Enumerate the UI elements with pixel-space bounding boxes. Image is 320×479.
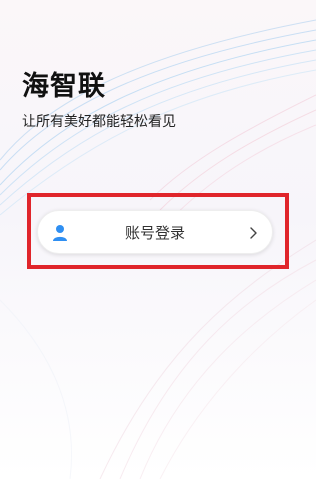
app-slogan: 让所有美好都能轻松看见 (22, 114, 176, 130)
login-screen: 海智联 让所有美好都能轻松看见 账号登录 (0, 0, 316, 479)
account-login-button[interactable]: 账号登录 (37, 210, 273, 254)
app-title: 海智联 (22, 71, 106, 102)
account-login-label: 账号登录 (124, 224, 185, 242)
chevron-right-icon (250, 227, 257, 239)
